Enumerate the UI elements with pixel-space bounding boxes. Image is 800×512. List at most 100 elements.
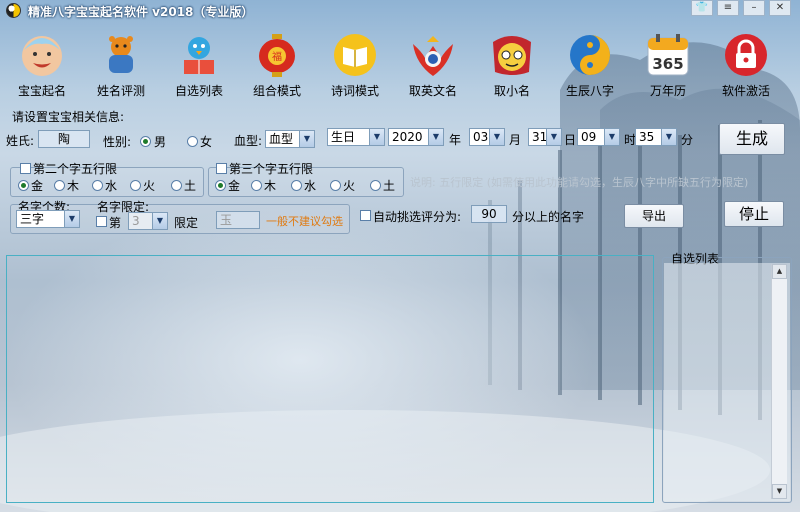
toolbar-item-nickname[interactable]: 取小名	[475, 30, 549, 100]
element-limit-note: 说明: 五行限定 (如需使用此功能请勾选，生辰八字中所缺五行为限定)	[410, 176, 749, 189]
chevron-down-icon: ▼	[428, 129, 443, 145]
chevron-down-icon: ▼	[604, 129, 619, 145]
year-unit: 年	[449, 133, 462, 147]
scroll-up-icon[interactable]: ▲	[772, 264, 787, 279]
third-char-water-label: 水	[304, 179, 317, 193]
main-toolbar: 宝宝起名 姓名评测 自选列表 福 组合模式 诗词模式 取英文名 取小名 生辰八字…	[0, 30, 800, 102]
toolbar-item-combo-mode[interactable]: 福 组合模式	[240, 30, 314, 100]
day-unit: 日	[564, 133, 577, 147]
settings-legend: 请设置宝宝相关信息:	[12, 110, 125, 124]
results-output-area[interactable]	[6, 255, 654, 503]
chevron-down-icon: ▼	[661, 129, 676, 145]
lock-icon	[725, 34, 767, 76]
gender-label: 性别:	[103, 135, 132, 149]
scroll-down-icon[interactable]: ▼	[772, 484, 787, 499]
minute-select[interactable]: 35 ▼	[635, 128, 677, 146]
third-char-checkbox[interactable]	[216, 163, 227, 174]
third-char-earth-label: 土	[383, 179, 396, 193]
lantern-icon: 福	[259, 34, 295, 77]
second-char-radio-water[interactable]	[92, 180, 103, 191]
surname-label: 姓氏:	[6, 134, 35, 148]
toolbar-item-custom-list[interactable]: 自选列表	[162, 30, 236, 100]
skin-icon[interactable]: 👕	[691, 0, 713, 16]
month-select[interactable]: 03 ▼	[469, 128, 505, 146]
app-yin-yang-icon	[6, 3, 21, 18]
third-char-radio-water[interactable]	[291, 180, 302, 191]
eagle-emblem-icon	[413, 36, 453, 76]
blood-type-label: 血型:	[234, 134, 263, 148]
limit-position-select[interactable]: 3 ▼	[128, 212, 168, 230]
menu-icon[interactable]: ≡	[717, 0, 739, 16]
chevron-down-icon: ▼	[546, 129, 561, 145]
bear-figure-icon	[109, 36, 133, 73]
window-title: 精准八字宝宝起名软件 v2018（专业版）	[28, 5, 254, 19]
blood-type-select[interactable]: 血型 ▼	[265, 130, 315, 148]
third-char-radio-metal[interactable]	[215, 180, 226, 191]
second-char-radio-fire[interactable]	[130, 180, 141, 191]
toolbar-item-bazi[interactable]: 生辰八字	[553, 30, 627, 100]
toolbar-item-baby-naming[interactable]: 宝宝起名	[5, 30, 79, 100]
month-unit: 月	[509, 133, 522, 147]
year-select[interactable]: 2020 ▼	[388, 128, 444, 146]
auto-select-label: 自动挑选评分为:	[373, 210, 462, 224]
cartoon-face-icon	[493, 36, 531, 75]
third-char-fire-label: 火	[343, 179, 356, 193]
second-char-water-label: 水	[105, 179, 118, 193]
svg-text:福: 福	[272, 50, 282, 63]
toolbar-item-poetry-mode[interactable]: 诗词模式	[318, 30, 392, 100]
toolbar-item-name-test[interactable]: 姓名评测	[84, 30, 158, 100]
birthday-type-select[interactable]: 生日 ▼	[327, 128, 385, 146]
second-char-label: 第二个字五行限	[33, 162, 118, 176]
surname-input[interactable]: 陶	[38, 130, 90, 148]
name-count-select[interactable]: 三字 ▼	[16, 210, 80, 228]
calendar-365-icon: 365	[647, 34, 689, 76]
limit-character-input[interactable]: 玉	[216, 211, 260, 229]
hour-select[interactable]: 09 ▼	[577, 128, 620, 146]
book-icon	[334, 34, 376, 76]
custom-list-scrollbar[interactable]: ▲ ▼	[771, 264, 787, 499]
second-char-fire-label: 火	[143, 179, 156, 193]
limit-position-label: 第	[109, 216, 122, 230]
baby-face-icon	[22, 36, 62, 76]
chevron-down-icon: ▼	[369, 129, 384, 145]
day-select[interactable]: 31 ▼	[528, 128, 562, 146]
minute-unit: 分	[681, 133, 694, 147]
chevron-down-icon: ▼	[489, 129, 504, 145]
gender-male-radio[interactable]	[140, 136, 151, 147]
toolbar-item-calendar[interactable]: 365 万年历	[631, 30, 705, 100]
limit-hint-text: 一般不建议勾选	[266, 215, 343, 228]
gender-female-radio[interactable]	[187, 136, 198, 147]
close-button[interactable]: ✕	[769, 0, 791, 16]
title-bar: 精准八字宝宝起名软件 v2018（专业版） 👕 ≡ – ✕	[0, 0, 800, 22]
second-char-checkbox[interactable]	[20, 163, 31, 174]
second-char-earth-label: 土	[184, 179, 197, 193]
svg-text:365: 365	[652, 55, 683, 73]
name-limit-checkbox[interactable]	[96, 216, 107, 227]
generate-button[interactable]: 生成	[719, 123, 785, 155]
gender-male-label: 男	[154, 135, 167, 149]
auto-select-score-input[interactable]: 90	[471, 205, 507, 223]
second-char-radio-earth[interactable]	[171, 180, 182, 191]
third-char-label: 第三个字五行限	[229, 162, 314, 176]
third-char-radio-earth[interactable]	[370, 180, 381, 191]
second-char-metal-label: 金	[31, 179, 44, 193]
third-char-metal-label: 金	[228, 179, 241, 193]
third-char-wood-label: 木	[264, 179, 277, 193]
stop-button[interactable]: 停止	[724, 201, 784, 227]
chevron-down-icon: ▼	[152, 213, 167, 229]
yin-yang-icon	[570, 35, 610, 75]
bird-reading-icon	[184, 37, 214, 74]
third-char-radio-fire[interactable]	[330, 180, 341, 191]
gender-female-label: 女	[200, 135, 213, 149]
auto-select-checkbox[interactable]	[360, 210, 371, 221]
export-button[interactable]: 导出	[624, 204, 684, 228]
second-char-radio-metal[interactable]	[18, 180, 29, 191]
minimize-button[interactable]: –	[743, 0, 765, 16]
toolbar-item-activate[interactable]: 软件激活	[709, 30, 783, 100]
second-char-radio-wood[interactable]	[54, 180, 65, 191]
second-char-wood-label: 木	[67, 179, 80, 193]
toolbar-item-english-name[interactable]: 取英文名	[396, 30, 470, 100]
chevron-down-icon: ▼	[299, 131, 314, 147]
third-char-radio-wood[interactable]	[251, 180, 262, 191]
limit-label: 限定	[174, 216, 199, 230]
